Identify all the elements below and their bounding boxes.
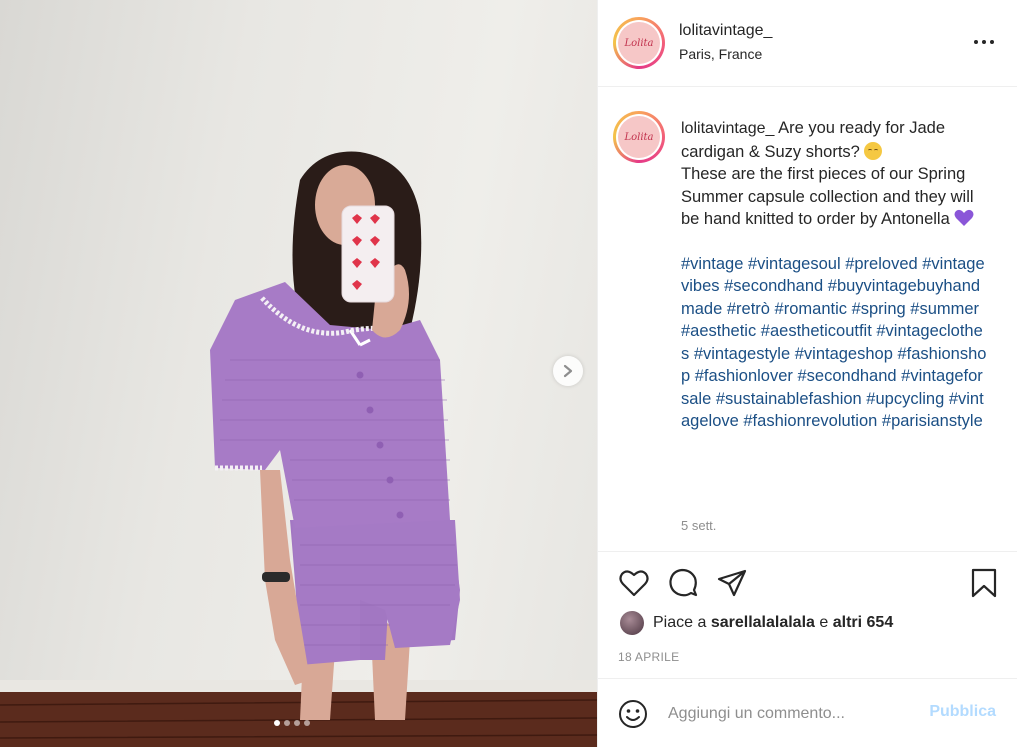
emoji-icon[interactable] — [618, 699, 648, 729]
post-location[interactable]: Paris, France — [679, 46, 762, 62]
save-button[interactable] — [968, 567, 1000, 599]
comment-input[interactable] — [668, 701, 918, 727]
phone-case — [341, 205, 395, 303]
carousel-dot — [284, 720, 290, 726]
comment-button[interactable] — [667, 567, 699, 599]
post-photo[interactable] — [0, 0, 597, 747]
caption-username[interactable]: lolitavintage_ — [681, 120, 774, 137]
more-options-button[interactable] — [973, 31, 995, 53]
action-bar — [598, 553, 1017, 613]
publish-button[interactable]: Pubblica — [929, 703, 996, 721]
photo-scene — [0, 151, 597, 747]
chevron-right-icon — [563, 364, 573, 378]
header-username[interactable]: lolitavintage_ — [679, 22, 772, 40]
relieved-face-emoji-icon — [864, 141, 883, 160]
share-button[interactable] — [716, 567, 748, 599]
purple-heart-icon — [954, 209, 974, 226]
bookmark-icon — [971, 568, 997, 598]
carousel-dot — [274, 720, 280, 726]
carousel-dot — [294, 720, 300, 726]
next-slide-button[interactable] — [553, 356, 583, 386]
share-icon — [717, 569, 747, 597]
likes-conjunction: e — [819, 614, 829, 631]
like-button[interactable] — [618, 567, 650, 599]
likes-prefix: Piace a — [653, 614, 707, 631]
heart-icon — [619, 570, 649, 597]
liker-avatar[interactable] — [620, 611, 644, 635]
post-header: Lolita lolitavintage_ Paris, France — [598, 0, 1017, 87]
avatar-logo: Lolita — [618, 22, 660, 64]
caption-section: Lolita lolitavintage_ Are you ready for … — [598, 88, 1017, 552]
comment-bar: Pubblica — [598, 678, 1017, 747]
likes-summary: Piace a sarellalalalala e altri 654 — [620, 610, 893, 636]
profile-avatar[interactable]: Lolita — [613, 17, 665, 69]
comment-icon — [669, 568, 698, 597]
carousel-indicator — [274, 720, 310, 726]
more-icon — [974, 40, 994, 44]
caption-time-ago[interactable]: 5 sett. — [681, 518, 716, 533]
post-date[interactable]: 18 APRILE — [618, 650, 679, 664]
avatar-logo: Lolita — [618, 116, 660, 158]
carousel-dot — [304, 720, 310, 726]
liker-username[interactable]: sarellalalalala — [711, 614, 815, 632]
hashtags[interactable]: #vintage #vintagesoul #preloved #vintage… — [681, 253, 991, 433]
watch — [262, 572, 290, 582]
post-details-panel: Lolita lolitavintage_ Paris, France Loli… — [597, 0, 1017, 747]
caption-body: These are the first pieces of our Spring… — [681, 165, 974, 228]
likes-others-count[interactable]: altri 654 — [833, 614, 893, 632]
caption-avatar[interactable]: Lolita — [613, 111, 665, 163]
caption-text: lolitavintage_ Are you ready for Jade ca… — [681, 117, 991, 433]
